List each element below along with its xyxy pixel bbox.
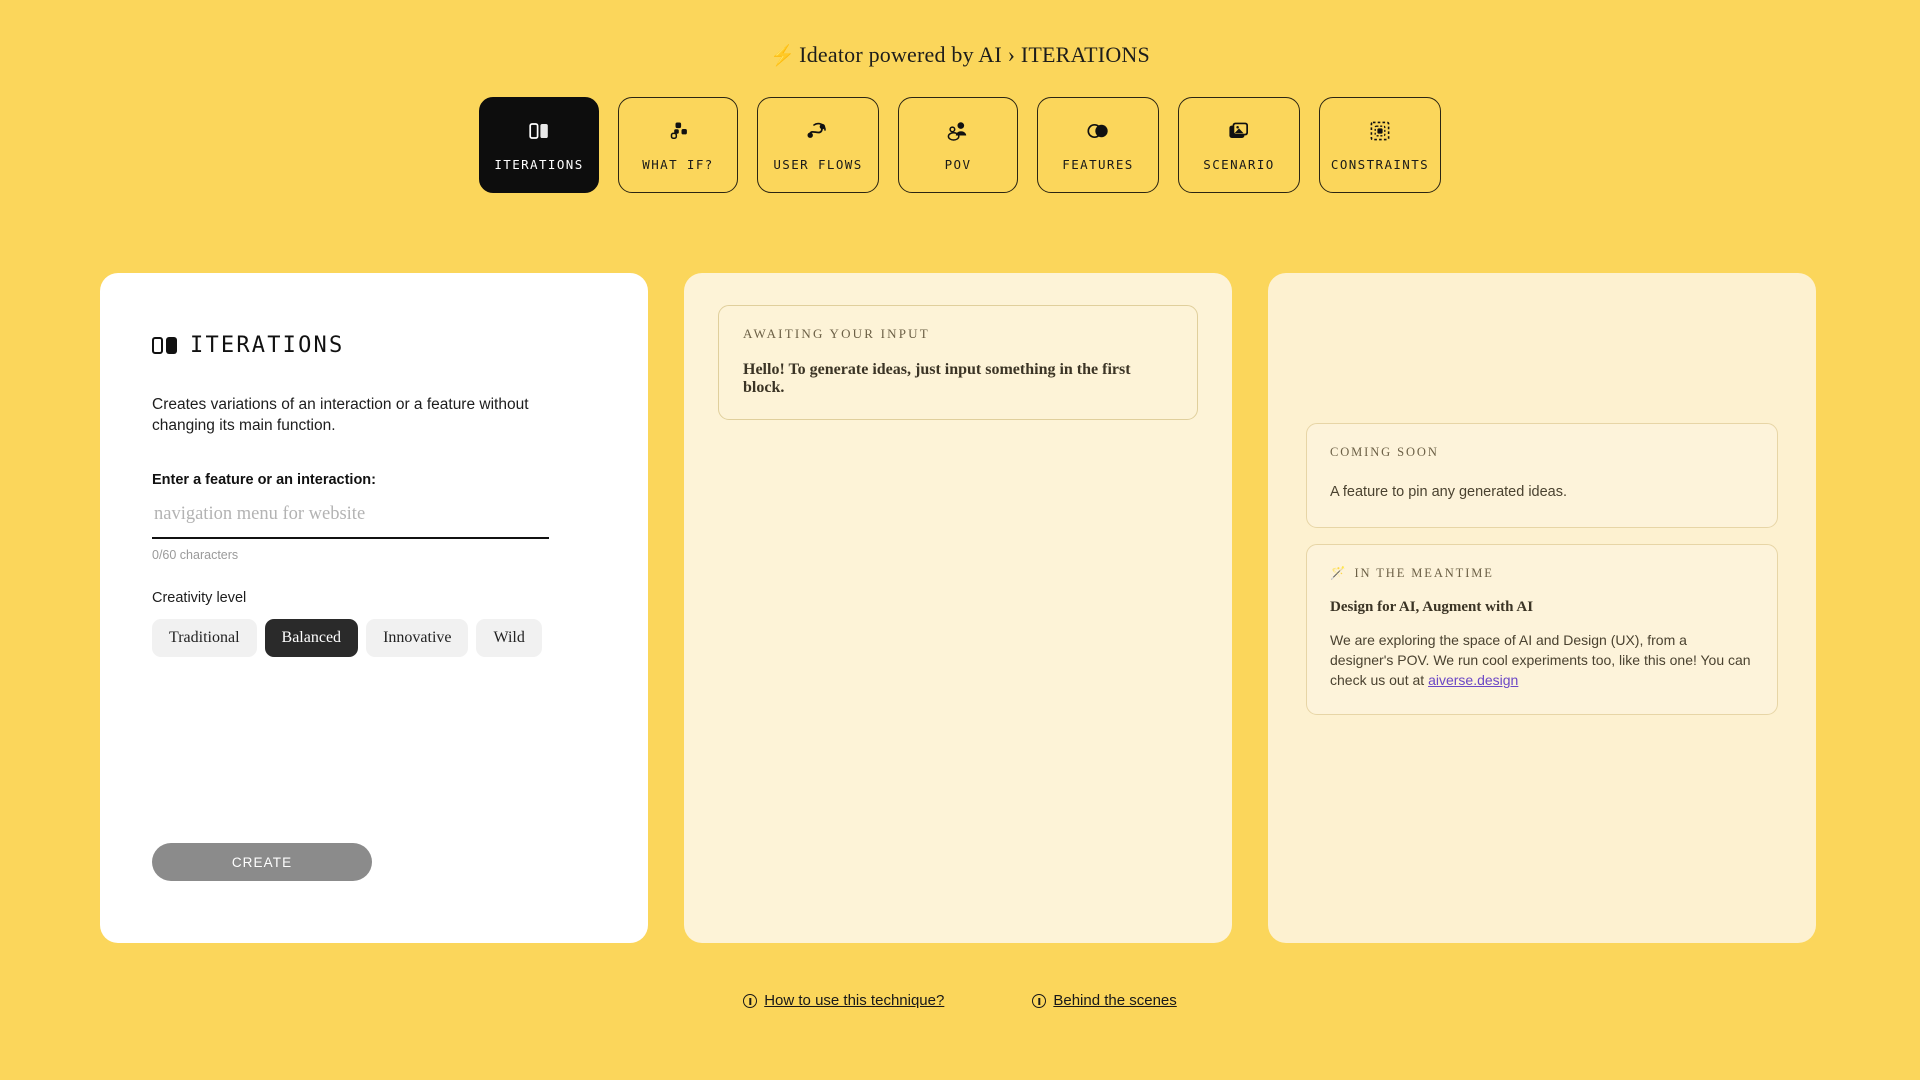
app-root: ⚡ Ideator powered by AI › ITERATIONS ITER… bbox=[0, 0, 1920, 1080]
technique-tabbar: ITERATIONS WHAT IF? USER FLOWS POV FEATU… bbox=[0, 97, 1920, 193]
tab-label: CONSTRAINTS bbox=[1330, 157, 1430, 172]
technique-description: Creates variations of an interaction or … bbox=[152, 396, 529, 435]
flow-nodes-icon bbox=[805, 118, 831, 144]
info-icon bbox=[1032, 993, 1047, 1008]
feature-input[interactable] bbox=[152, 503, 549, 529]
coming-soon-label-text: COMING SOON bbox=[1330, 445, 1439, 459]
two-panels-icon bbox=[152, 337, 177, 354]
awaiting-input-card: AWAITING YOUR INPUT Hello! To generate i… bbox=[718, 305, 1198, 420]
coming-soon-body: A feature to pin any generated ideas. bbox=[1330, 484, 1568, 500]
coming-soon-label: COMING SOON bbox=[1330, 445, 1754, 460]
tab-label: FEATURES bbox=[1062, 157, 1134, 172]
dashed-frame-icon bbox=[1368, 118, 1392, 144]
tab-scenario[interactable]: SCENARIO bbox=[1178, 97, 1300, 193]
two-panels-icon bbox=[527, 118, 551, 144]
magic-wand-icon: 🪄 bbox=[1330, 566, 1348, 580]
tab-label: WHAT IF? bbox=[642, 157, 714, 172]
tab-label: POV bbox=[944, 157, 972, 172]
in-the-meantime-label: 🪄 IN THE MEANTIME bbox=[1330, 566, 1754, 581]
creativity-label: Creativity level bbox=[152, 589, 247, 606]
output-panel-content: AWAITING YOUR INPUT Hello! To generate i… bbox=[684, 273, 1232, 452]
tab-label: USER FLOWS bbox=[773, 157, 863, 172]
in-the-meantime-card: 🪄 IN THE MEANTIME Design for AI, Augment… bbox=[1306, 544, 1778, 716]
behind-the-scenes-link[interactable]: Behind the scenes bbox=[1032, 992, 1177, 1009]
creativity-options: Traditional Balanced Innovative Wild bbox=[152, 618, 596, 657]
status-message: Hello! To generate ideas, just input som… bbox=[743, 361, 1131, 396]
creativity-option-wild[interactable]: Wild bbox=[476, 618, 542, 657]
info-panel: COMING SOON A feature to pin any generat… bbox=[1268, 273, 1816, 943]
tab-constraints[interactable]: CONSTRAINTS bbox=[1319, 97, 1441, 193]
create-button[interactable]: CREATE bbox=[152, 843, 372, 881]
panel-title: ITERATIONS bbox=[152, 333, 596, 358]
input-panel-content: ITERATIONS Creates variations of an inte… bbox=[100, 273, 648, 657]
creativity-option-innovative[interactable]: Innovative bbox=[366, 618, 469, 657]
coming-soon-card: COMING SOON A feature to pin any generat… bbox=[1306, 423, 1778, 528]
photos-stack-icon bbox=[1226, 118, 1252, 144]
tab-pov[interactable]: POV bbox=[898, 97, 1018, 193]
venn-circles-icon bbox=[1084, 118, 1112, 144]
behind-the-scenes-label: Behind the scenes bbox=[1053, 992, 1177, 1009]
in-the-meantime-label-text: IN THE MEANTIME bbox=[1354, 566, 1494, 580]
tab-label: ITERATIONS bbox=[494, 157, 584, 172]
aiverse-link[interactable]: aiverse.design bbox=[1428, 672, 1518, 688]
panel-title-text: ITERATIONS bbox=[190, 333, 345, 358]
creativity-option-traditional[interactable]: Traditional bbox=[152, 618, 257, 657]
input-underline bbox=[152, 503, 549, 539]
scatter-blocks-icon bbox=[666, 118, 690, 144]
in-the-meantime-heading: Design for AI, Augment with AI bbox=[1330, 599, 1534, 615]
page-title-text: Ideator powered by AI › ITERATIONS bbox=[799, 42, 1150, 67]
panels-row: ITERATIONS Creates variations of an inte… bbox=[100, 273, 1820, 943]
creativity-option-balanced[interactable]: Balanced bbox=[264, 618, 359, 657]
tab-user-flows[interactable]: USER FLOWS bbox=[757, 97, 879, 193]
info-icon bbox=[743, 993, 758, 1008]
how-to-use-link[interactable]: How to use this technique? bbox=[743, 992, 944, 1009]
page-title: ⚡ Ideator powered by AI › ITERATIONS bbox=[0, 0, 1920, 68]
footer-links: How to use this technique? Behind the sc… bbox=[0, 992, 1920, 1009]
input-label: Enter a feature or an interaction: bbox=[152, 471, 376, 488]
how-to-use-label: How to use this technique? bbox=[764, 992, 945, 1009]
input-panel: ITERATIONS Creates variations of an inte… bbox=[100, 273, 648, 943]
lightning-bolt-icon: ⚡ bbox=[770, 45, 796, 67]
character-counter: 0/60 characters bbox=[152, 547, 239, 562]
paragraph-text: We are exploring the space of AI and Des… bbox=[1330, 632, 1751, 689]
status-badge: AWAITING YOUR INPUT bbox=[743, 326, 930, 341]
tab-features[interactable]: FEATURES bbox=[1037, 97, 1159, 193]
output-panel: AWAITING YOUR INPUT Hello! To generate i… bbox=[684, 273, 1232, 943]
in-the-meantime-paragraph: We are exploring the space of AI and Des… bbox=[1330, 630, 1754, 690]
tab-iterations[interactable]: ITERATIONS bbox=[479, 97, 599, 193]
tab-what-if[interactable]: WHAT IF? bbox=[618, 97, 738, 193]
tab-label: SCENARIO bbox=[1203, 157, 1275, 172]
two-persons-icon bbox=[945, 118, 971, 144]
